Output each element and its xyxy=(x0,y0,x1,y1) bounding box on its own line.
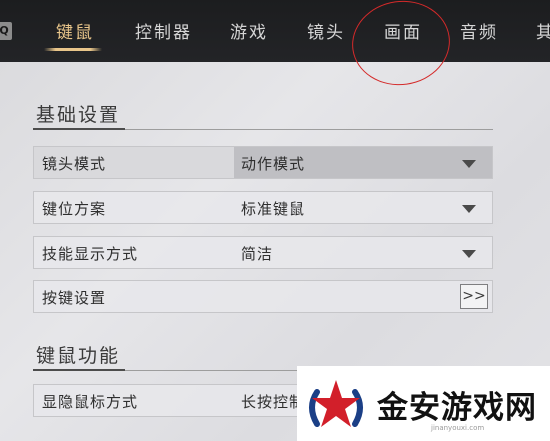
tab-other[interactable]: 其 xyxy=(536,18,550,46)
watermark-overlay: 金安游戏网 jinanyouxi.com xyxy=(297,366,550,441)
q-key-hint[interactable]: Q xyxy=(0,22,12,40)
camera-mode-dropdown[interactable]: 动作模式 xyxy=(234,147,492,178)
section-divider-accent xyxy=(33,369,125,371)
section-divider-accent xyxy=(33,128,125,130)
watermark-logo-icon xyxy=(309,380,363,427)
caret-down-icon xyxy=(462,160,476,168)
caret-down-icon xyxy=(462,250,476,258)
dropdown-value: 简洁 xyxy=(241,245,274,263)
section-title-basic: 基础设置 xyxy=(36,104,121,126)
top-tab-bar: Q 键鼠 控制器 游戏 镜头 画面 音频 其 xyxy=(0,0,550,62)
tab-audio[interactable]: 音频 xyxy=(460,18,498,46)
active-tab-indicator xyxy=(44,48,102,51)
section-title-kbm-functions: 键鼠功能 xyxy=(36,345,121,367)
open-key-settings-button[interactable]: >> xyxy=(460,284,488,309)
watermark-subtext: jinanyouxi.com xyxy=(431,424,485,432)
watermark-text: 金安游戏网 xyxy=(377,390,537,426)
setting-row-key-scheme: 键位方案 标准键鼠 xyxy=(33,191,493,224)
setting-row-key-settings[interactable]: 按键设置 >> xyxy=(33,280,493,313)
dropdown-value: 长按控制 xyxy=(241,393,306,411)
tab-camera[interactable]: 镜头 xyxy=(307,18,345,46)
setting-label: 技能显示方式 xyxy=(42,245,139,263)
dropdown-value: 动作模式 xyxy=(241,155,306,173)
key-scheme-dropdown[interactable]: 标准键鼠 xyxy=(234,192,492,223)
tab-controller[interactable]: 控制器 xyxy=(135,18,192,46)
setting-row-skill-display: 技能显示方式 简洁 xyxy=(33,236,493,269)
setting-label: 镜头模式 xyxy=(42,155,107,173)
setting-row-camera-mode: 镜头模式 动作模式 xyxy=(33,146,493,179)
setting-label: 键位方案 xyxy=(42,200,107,218)
setting-label: 按键设置 xyxy=(42,289,107,307)
dropdown-value: 标准键鼠 xyxy=(241,200,306,218)
caret-down-icon xyxy=(462,205,476,213)
tab-game[interactable]: 游戏 xyxy=(230,18,268,46)
setting-label: 显隐鼠标方式 xyxy=(42,393,139,411)
tab-keyboard-mouse[interactable]: 键鼠 xyxy=(56,18,94,46)
skill-display-dropdown[interactable]: 简洁 xyxy=(234,237,492,268)
